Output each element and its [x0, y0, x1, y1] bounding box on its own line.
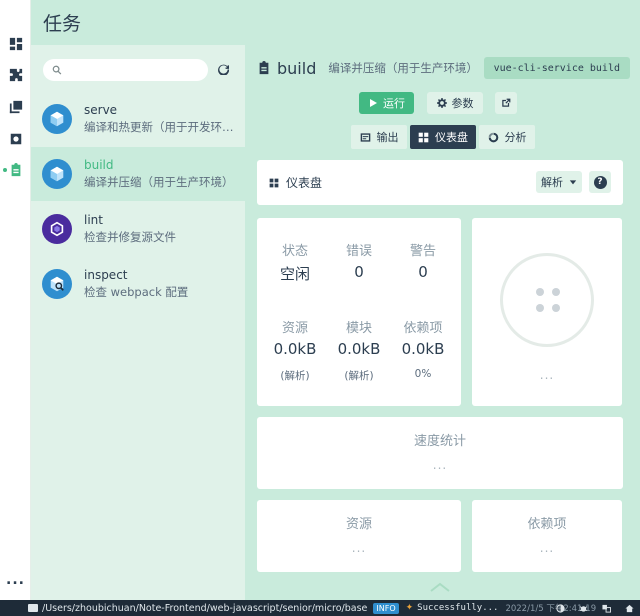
tab-analyze-label: 分析 [504, 131, 527, 144]
task-name: build [84, 158, 114, 172]
log-icon: ✦ [405, 603, 414, 613]
tab-output[interactable]: 输出 [351, 125, 407, 149]
task-detail-panel: build 编译并压缩（用于生产环境） vue-cli-service buil… [245, 45, 640, 600]
config-icon[interactable] [0, 125, 31, 153]
tasks-icon[interactable] [0, 156, 31, 184]
refresh-icon [217, 64, 229, 75]
dependencies-placeholder: ... [539, 541, 555, 555]
task-item-lint[interactable]: lint 检查并修复源文件 [31, 202, 245, 256]
folder-icon [28, 604, 38, 612]
terminal-icon [360, 132, 370, 142]
chevron-up-icon[interactable] [428, 581, 452, 593]
speed-stats-card: 速度统计 ... [257, 417, 623, 489]
log-message[interactable]: Successfully... [417, 603, 498, 613]
help-icon: ? [593, 175, 607, 189]
assets-card: 资源 ... [257, 500, 461, 572]
vue-cube-icon [42, 104, 72, 134]
search-box[interactable] [43, 59, 208, 81]
play-icon [370, 99, 377, 107]
task-desc: 编译和热更新（用于开发环境） [84, 120, 242, 134]
page-header: 任务 [31, 0, 640, 45]
task-desc: 检查 webpack 配置 [84, 285, 189, 299]
progress-card: ... [472, 218, 622, 406]
dashboard-title: 仪表盘 [286, 176, 323, 190]
active-indicator [3, 168, 7, 172]
task-title: build [277, 58, 317, 78]
params-button[interactable]: 参数 [427, 92, 483, 114]
task-item-inspect[interactable]: inspect 检查 webpack 配置 [31, 257, 245, 311]
help-button[interactable]: ? [589, 171, 611, 193]
stat-assets: 资源 0.0kB (解析) [273, 321, 317, 382]
task-name: lint [84, 213, 103, 227]
tab-dashboard[interactable]: 仪表盘 [410, 125, 476, 149]
build-stats-card: 状态 空闲 错误 0 警告 0 资源 0.0kB (解析) 模块 0.0kB (… [257, 218, 461, 406]
project-path[interactable]: /Users/zhoubichuan/Note-Frontend/web-jav… [42, 603, 367, 614]
task-list-panel: serve 编译和热更新（用于开发环境） build 编译并压缩（用于生产环境）… [31, 45, 245, 600]
log-level-badge: INFO [373, 602, 399, 614]
open-external-button[interactable] [495, 92, 517, 114]
task-name: serve [84, 103, 118, 117]
dashboard-toolbar: 仪表盘 解析 ? [257, 160, 623, 205]
assets-title: 资源 [345, 517, 372, 532]
dependencies-card: 依赖项 ... [472, 500, 622, 572]
stat-dependencies: 依赖项 0.0kB 0% [401, 321, 445, 380]
bug-icon[interactable] [579, 604, 588, 613]
assets-placeholder: ... [351, 541, 367, 555]
tab-dashboard-label: 仪表盘 [435, 131, 468, 144]
refresh-button[interactable] [215, 61, 231, 77]
gear-icon [436, 98, 447, 108]
dependencies-title: 依赖项 [527, 517, 567, 532]
task-description: 编译并压缩（用于生产环境） [328, 61, 478, 75]
task-desc: 检查并修复源文件 [84, 230, 176, 244]
command-chip: vue-cli-service build [483, 57, 630, 79]
icon-rail: ... [0, 0, 31, 600]
analyze-mode-select[interactable]: 解析 [536, 171, 582, 193]
task-header: build 编译并压缩（用于生产环境） [257, 57, 478, 79]
idle-dots-icon [536, 288, 560, 312]
inspect-icon [42, 269, 72, 299]
eslint-icon [42, 214, 72, 244]
params-label: 参数 [451, 97, 474, 110]
status-bar: /Users/zhoubichuan/Note-Frontend/web-jav… [0, 600, 640, 616]
translate-icon[interactable] [602, 604, 611, 613]
task-name: inspect [84, 268, 128, 282]
plugin-icon[interactable] [0, 61, 31, 89]
run-button[interactable]: 运行 [359, 92, 414, 114]
dashboard-icon [418, 132, 429, 142]
tab-output-label: 输出 [376, 131, 399, 144]
speed-stats-title: 速度统计 [413, 434, 466, 449]
home-icon[interactable] [625, 604, 634, 613]
external-link-icon [502, 98, 511, 107]
task-desc: 编译并压缩（用于生产环境） [84, 175, 234, 189]
run-label: 运行 [383, 97, 405, 110]
page-title: 任务 [43, 13, 82, 35]
progress-ring [500, 253, 594, 347]
clipboard-icon [259, 61, 269, 75]
task-item-build[interactable]: build 编译并压缩（用于生产环境） [31, 147, 245, 201]
donut-chart-icon [488, 132, 498, 142]
stat-warnings: 警告 0 [409, 244, 436, 281]
progress-placeholder: ... [539, 368, 555, 382]
dashboard-icon [269, 178, 279, 187]
more-icon[interactable]: ... [0, 572, 31, 588]
stat-status: 状态 空闲 [279, 244, 310, 283]
chevron-down-icon [569, 180, 577, 185]
task-item-serve[interactable]: serve 编译和热更新（用于开发环境） [31, 92, 245, 146]
status-actions [556, 600, 634, 616]
tab-analyze[interactable]: 分析 [479, 125, 535, 149]
analyze-mode-value: 解析 [541, 176, 563, 189]
stat-modules: 模块 0.0kB (解析) [337, 321, 381, 382]
dashboard-icon[interactable] [0, 30, 31, 58]
search-icon [52, 65, 62, 75]
dependencies-icon[interactable] [0, 93, 31, 121]
stat-errors: 错误 0 [345, 244, 372, 281]
theme-toggle-icon[interactable] [556, 603, 565, 613]
speed-placeholder: ... [432, 458, 448, 472]
vue-cube-icon [42, 159, 72, 189]
search-input[interactable] [68, 63, 203, 77]
